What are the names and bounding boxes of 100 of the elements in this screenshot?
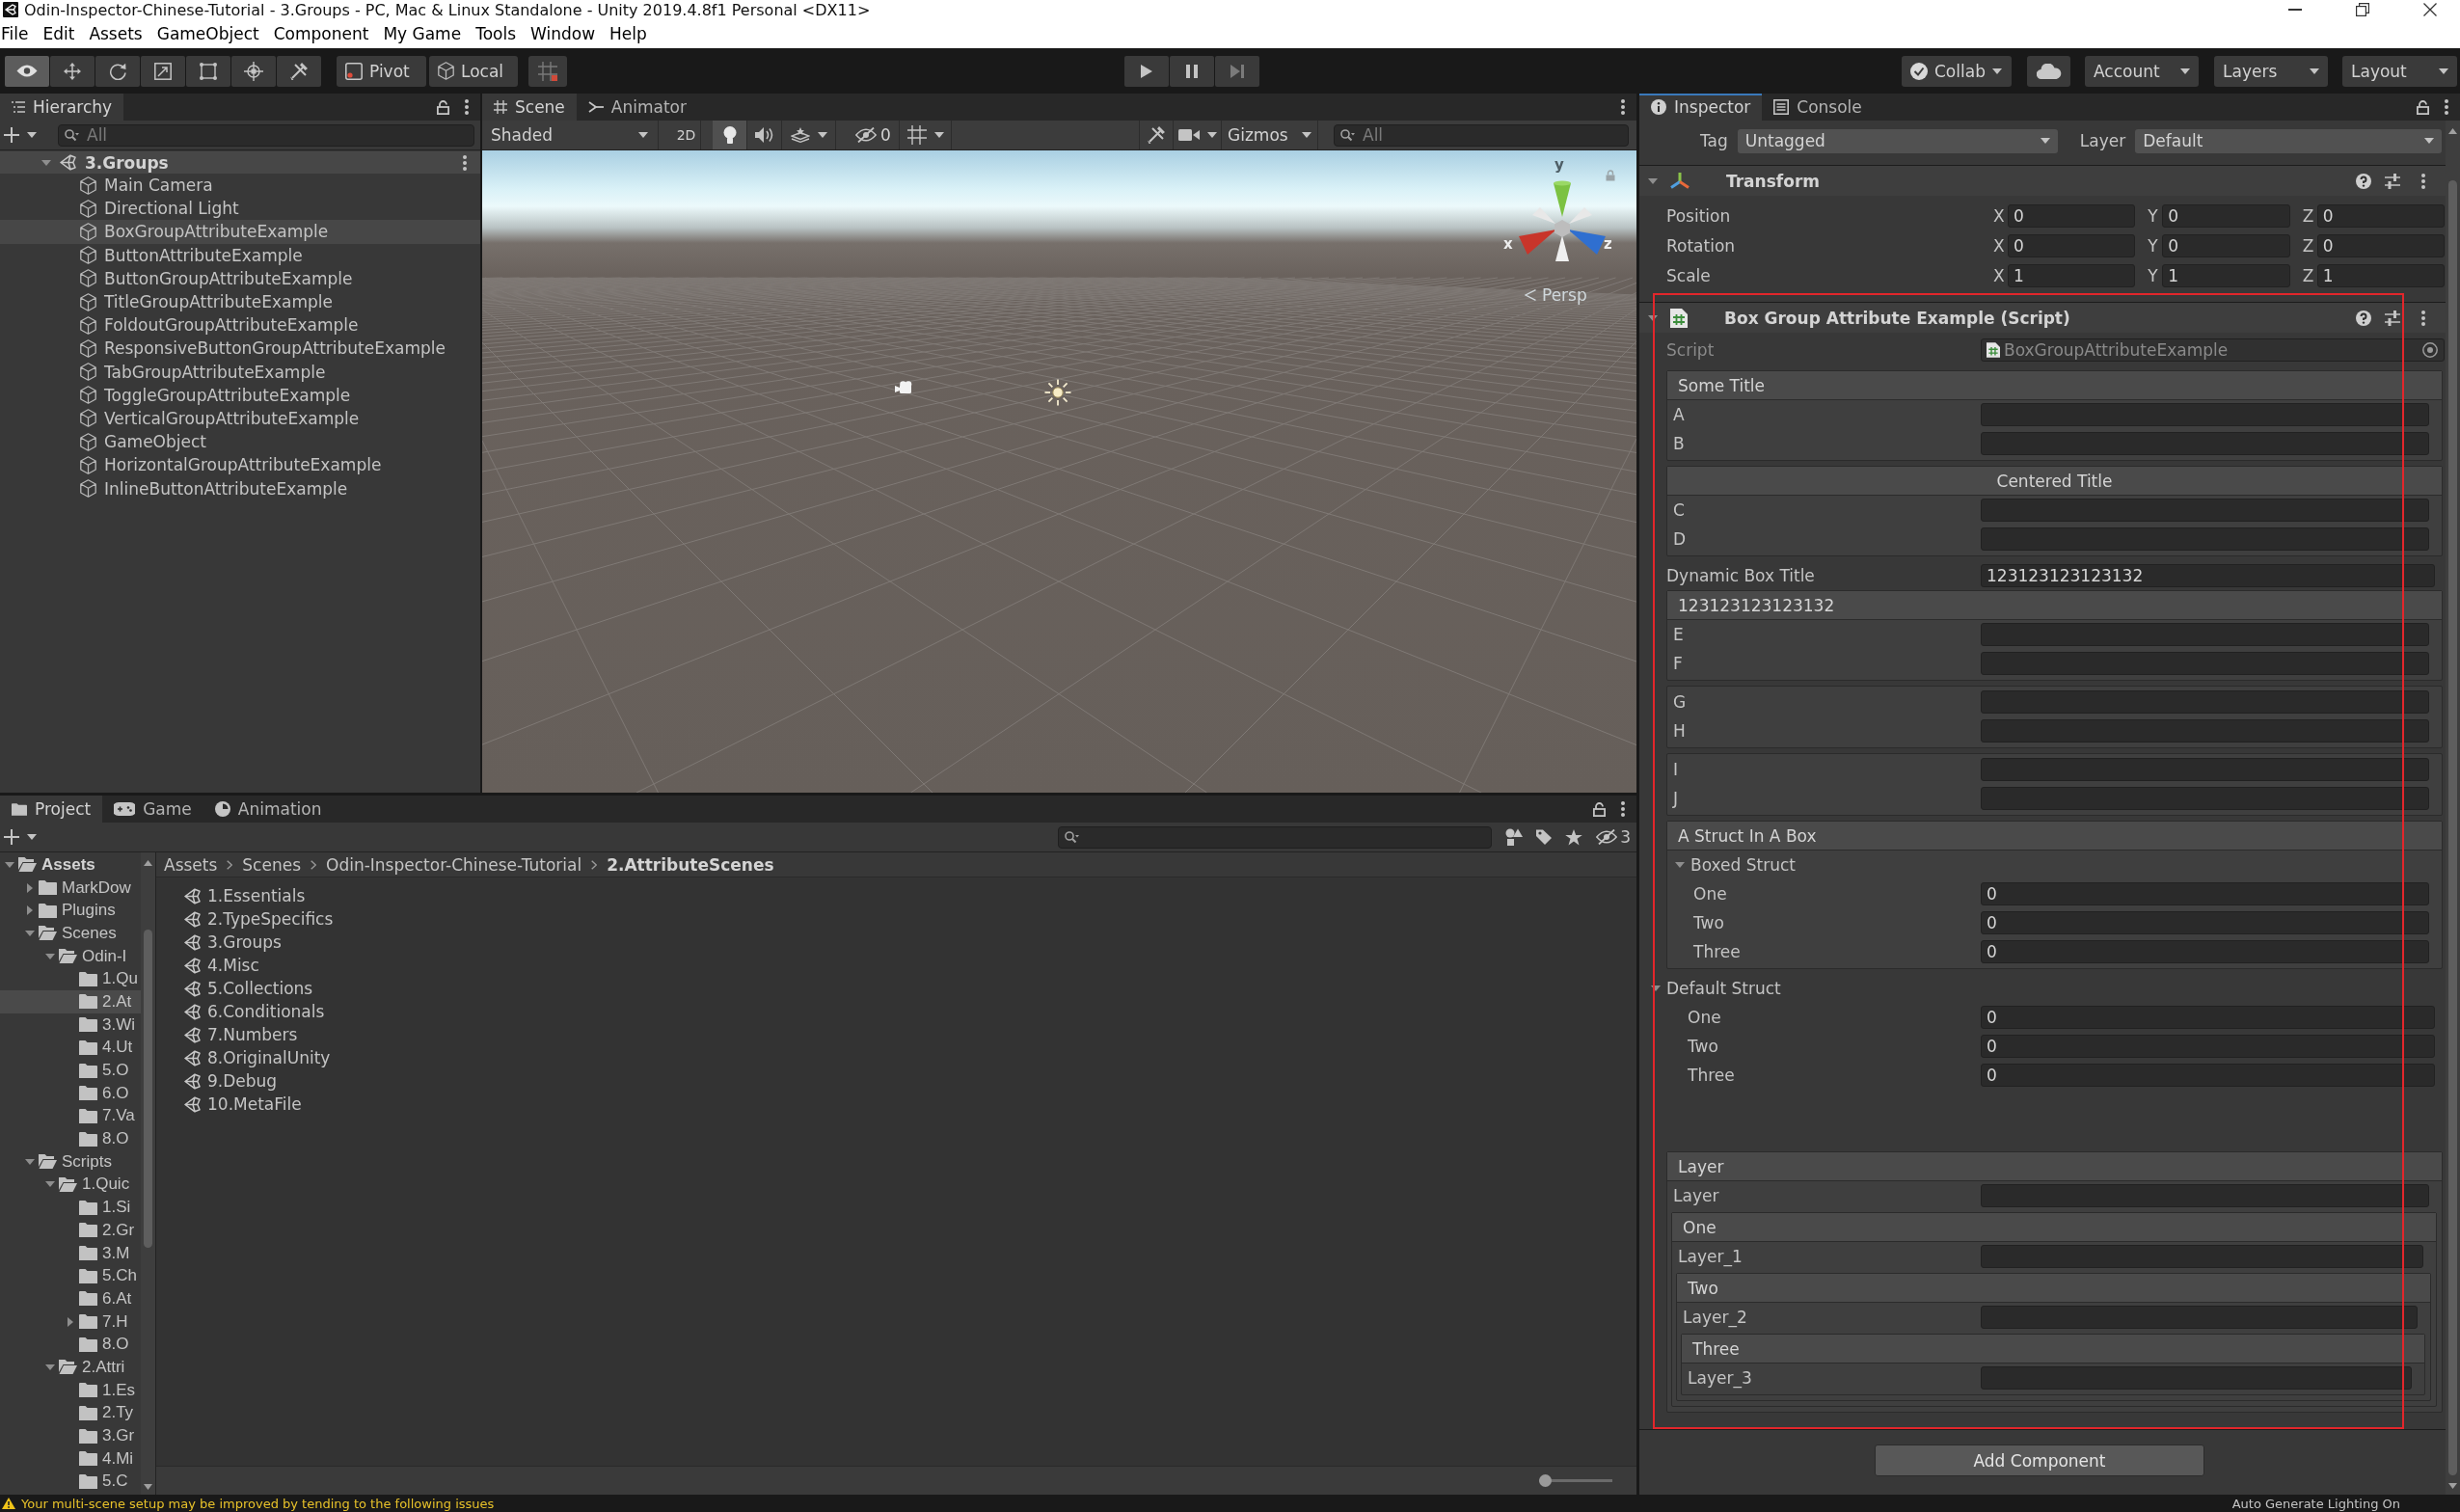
foldout-label[interactable]: Boxed Struct [1690,855,1796,875]
folder-item[interactable]: Plugins [0,899,141,923]
scene-file-item[interactable]: 7.Numbers [184,1023,1636,1046]
hierarchy-item[interactable]: Main Camera [0,174,480,198]
input-field[interactable]: 0 [1981,911,2429,934]
input-field[interactable] [1981,1184,2429,1207]
cloud-button[interactable] [2027,55,2070,87]
input-field[interactable] [1981,787,2429,810]
sliders-icon[interactable] [2385,310,2400,326]
input-field[interactable]: 123123123123132 [1981,564,2435,587]
scene-file-item[interactable]: 6.Conditionals [184,1000,1636,1023]
panel-tab[interactable]: Project [0,796,103,823]
hierarchy-item[interactable]: ResponsiveButtonGroupAttributeExample [0,337,480,361]
foldout-label[interactable]: Default Struct [1666,979,1781,998]
folder-item[interactable]: 5.O [0,1059,141,1082]
scene-file-item[interactable]: 1.Essentials [184,884,1636,907]
hierarchy-item[interactable]: VerticalGroupAttributeExample [0,406,480,431]
scene-file-item[interactable]: 10.MetaFile [184,1093,1636,1116]
folder-item[interactable]: 3.Gr [0,1424,141,1447]
hierarchy-item[interactable]: TitleGroupAttributeExample [0,289,480,314]
more-options-icon[interactable] [2421,310,2425,326]
expand-arrow-icon[interactable] [25,1158,35,1165]
scene-file-item[interactable]: 8.OriginalUnity [184,1046,1636,1069]
padlock-icon[interactable] [437,99,449,115]
input-field[interactable] [1981,758,2429,781]
hierarchy-item[interactable]: ToggleGroupAttributeExample [0,383,480,407]
panel-tab[interactable]: Animation [203,796,334,823]
collapse-arrow-icon[interactable] [68,1316,73,1327]
scrollbar[interactable] [141,852,156,1495]
folder-item[interactable]: 2.Attri [0,1356,141,1379]
expand-arrow-icon[interactable] [1651,986,1661,991]
custom-tool-button[interactable] [277,55,321,87]
number-field[interactable]: 1 [2008,263,2136,287]
input-field[interactable]: 0 [1981,940,2429,963]
menu-item[interactable]: File [1,24,29,43]
padlock-icon[interactable] [2417,99,2429,115]
mode-2d-toggle[interactable]: 2D [672,121,701,149]
create-button[interactable] [2,827,39,847]
hidden-packages-toggle[interactable]: 3 [1596,827,1631,847]
create-button[interactable] [2,125,39,145]
component-header[interactable]: Box Group Attribute Example (Script) [1639,303,2446,333]
layer-dropdown[interactable]: Default [2135,128,2442,153]
pause-button[interactable] [1170,55,1214,87]
panel-tab[interactable]: Animator [576,94,698,121]
folder-item[interactable]: 3.Wi [0,1012,141,1037]
scale-tool-button[interactable] [141,55,185,87]
number-field[interactable]: 1 [2162,263,2290,287]
scrollbar-thumb[interactable] [2448,180,2457,1475]
collab-dropdown[interactable]: Collab [1902,55,2012,87]
collapse-arrow-icon[interactable] [27,882,33,893]
play-button[interactable] [1124,55,1169,87]
scroll-down-icon[interactable] [2448,1483,2457,1489]
folder-item[interactable]: 3.M [0,1241,141,1265]
breadcrumb-link[interactable]: Odin-Inspector-Chinese-Tutorial [326,854,582,875]
help-icon[interactable] [2356,173,2371,189]
folder-item[interactable]: 2.At [0,990,141,1013]
hierarchy-item[interactable]: ButtonAttributeExample [0,243,480,267]
shading-dropdown[interactable]: Shaded [485,121,659,149]
grid-snap-button[interactable] [528,55,567,87]
number-field[interactable]: 1 [2316,263,2445,287]
input-field[interactable] [1981,527,2429,551]
panel-tab[interactable]: Console [1762,94,1874,121]
breadcrumb-link[interactable]: Assets [164,854,218,875]
more-options-icon[interactable] [463,154,467,171]
folder-item[interactable]: 5.C [0,1470,141,1494]
more-options-icon[interactable] [2421,173,2425,189]
hierarchy-item[interactable]: InlineButtonAttributeExample [0,476,480,500]
folder-item[interactable]: 2.Ty [0,1401,141,1425]
folder-item[interactable]: MarkDow [0,876,141,900]
expand-arrow-icon[interactable] [1675,862,1685,868]
input-field[interactable] [1981,1366,2412,1390]
tools-button[interactable] [1139,121,1174,149]
visibility-toggle[interactable]: 0 [848,121,900,149]
breadcrumb-link[interactable]: 2.AttributeScenes [607,854,774,875]
close-icon[interactable] [2423,3,2437,16]
folder-item[interactable]: 4.Ut [0,1036,141,1060]
hierarchy-item[interactable]: BoxGroupAttributeExample [0,220,480,244]
input-field[interactable] [1981,403,2429,426]
expand-arrow-icon[interactable] [45,953,55,959]
folder-item[interactable]: 7.Va [0,1104,141,1128]
hierarchy-item[interactable]: Directional Light [0,197,480,221]
hierarchy-item[interactable]: FoldoutGroupAttributeExample [0,313,480,338]
input-field[interactable]: 0 [1981,1006,2435,1029]
input-field[interactable] [1981,499,2429,522]
hierarchy-item[interactable]: ButtonGroupAttributeExample [0,266,480,290]
folder-item[interactable]: 4.Mi [0,1446,141,1471]
input-field[interactable] [1981,690,2429,714]
folder-item[interactable]: 2.Gr [0,1219,141,1242]
expand-arrow-icon[interactable] [41,159,51,166]
folder-item[interactable]: 1.Quic [0,1173,141,1197]
input-field[interactable] [1981,652,2429,675]
input-field[interactable] [1981,432,2429,455]
menu-item[interactable]: Edit [42,24,75,43]
menu-item[interactable]: Assets [89,24,143,43]
menu-item[interactable]: My Game [383,24,462,43]
breadcrumb-link[interactable]: Scenes [242,854,301,875]
transform-tool-button[interactable] [231,55,276,87]
more-options-icon[interactable] [465,99,469,115]
input-field[interactable] [1981,719,2429,742]
more-options-icon[interactable] [1621,801,1625,817]
